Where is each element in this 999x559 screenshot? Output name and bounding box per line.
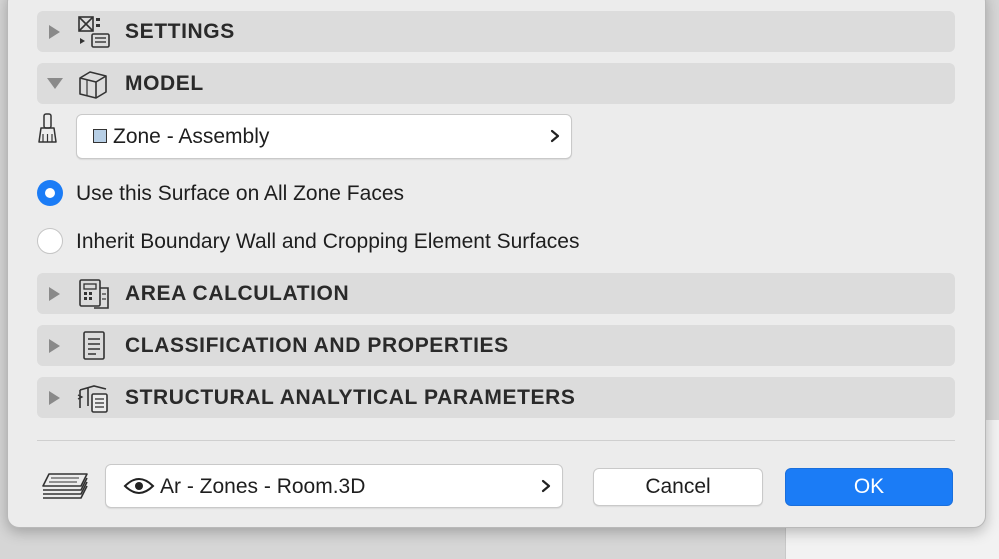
- ok-button[interactable]: OK: [785, 468, 953, 506]
- model-icon: [79, 70, 107, 99]
- expand-triangle-icon[interactable]: [49, 390, 60, 405]
- section-title: SETTINGS: [125, 19, 235, 43]
- surface-select[interactable]: Zone - Assembly: [76, 114, 572, 159]
- section-title: STRUCTURAL ANALYTICAL PARAMETERS: [125, 385, 576, 409]
- expand-triangle-icon[interactable]: [49, 286, 60, 301]
- footer-divider: [37, 440, 955, 441]
- zone-settings-dialog: SETTINGS MODEL Zone - Assembly Use this …: [7, 0, 986, 528]
- section-classification-header[interactable]: CLASSIFICATION AND PROPERTIES: [37, 325, 955, 366]
- expand-triangle-icon[interactable]: [49, 24, 60, 39]
- section-title: AREA CALCULATION: [125, 281, 350, 305]
- collapse-triangle-icon[interactable]: [47, 78, 63, 89]
- radio-label-use-surface: Use this Surface on All Zone Faces: [76, 182, 404, 205]
- section-settings-header[interactable]: SETTINGS: [37, 11, 955, 52]
- layer-select[interactable]: Ar - Zones - Room.3D: [105, 464, 563, 508]
- surface-select-value: Zone - Assembly: [113, 124, 270, 148]
- section-area-calculation-header[interactable]: AREA CALCULATION: [37, 273, 955, 314]
- section-title: MODEL: [125, 71, 204, 95]
- layer-select-value: Ar - Zones - Room.3D: [160, 475, 366, 498]
- radio-label-inherit-boundary: Inherit Boundary Wall and Cropping Eleme…: [76, 230, 580, 253]
- radio-inherit-boundary[interactable]: [37, 228, 63, 254]
- section-model-header[interactable]: MODEL: [37, 63, 955, 104]
- structural-icon: [77, 384, 108, 413]
- classification-icon: [83, 330, 105, 360]
- settings-icon: [78, 15, 110, 48]
- eye-icon: [123, 478, 155, 494]
- surface-swatch: [93, 129, 107, 143]
- radio-use-surface-all-faces[interactable]: [37, 180, 63, 206]
- chevron-right-icon: [550, 129, 560, 143]
- section-title: CLASSIFICATION AND PROPERTIES: [125, 333, 509, 357]
- area-calculation-icon: [79, 278, 109, 309]
- paint-brush-icon: [38, 113, 57, 143]
- cancel-button[interactable]: Cancel: [593, 468, 763, 506]
- expand-triangle-icon[interactable]: [49, 338, 60, 353]
- section-structural-header[interactable]: STRUCTURAL ANALYTICAL PARAMETERS: [37, 377, 955, 418]
- chevron-right-icon: [541, 479, 551, 493]
- layers-icon: [42, 473, 88, 499]
